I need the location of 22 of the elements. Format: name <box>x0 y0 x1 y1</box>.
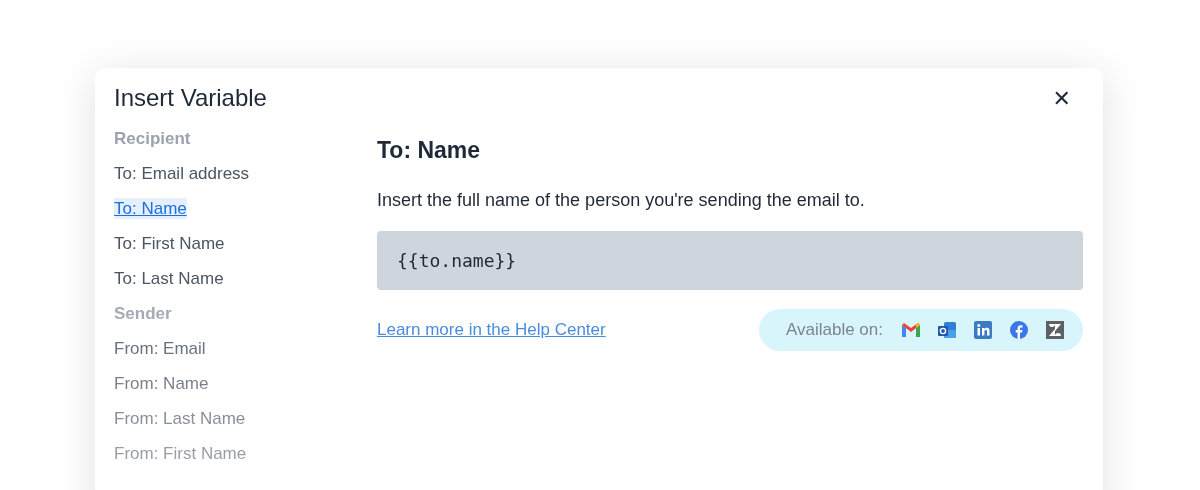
close-button[interactable]: ✕ <box>1052 85 1083 111</box>
section-header: Sender <box>114 303 172 324</box>
variable-item[interactable]: To: Email address <box>114 163 250 184</box>
linkedin-icon <box>973 321 993 339</box>
zendesk-icon <box>1045 321 1065 339</box>
availability-label: Available on: <box>785 320 883 340</box>
facebook-icon <box>1009 321 1029 339</box>
variable-item[interactable]: To: First Name <box>114 233 225 254</box>
dialog-title: Insert Variable <box>114 84 267 112</box>
help-link[interactable]: Learn more in the Help Center <box>377 320 606 340</box>
variable-heading: To: Name <box>377 137 481 164</box>
variable-item[interactable]: From: Email <box>114 338 206 359</box>
variable-item[interactable]: From: First Name <box>114 443 247 464</box>
variable-description: Insert the full name of the person you're sending the email to. <box>377 190 865 211</box>
code-snippet[interactable]: {{to.name}} <box>377 231 1083 290</box>
mail-icon <box>901 321 921 339</box>
section-header: Recipient <box>114 128 191 149</box>
variable-item[interactable]: From: Name <box>114 373 209 394</box>
variable-item[interactable]: To: Name <box>114 198 187 219</box>
outlook-icon <box>937 321 957 339</box>
variable-item[interactable]: To: Last Name <box>114 268 224 289</box>
variable-item[interactable]: From: Last Name <box>114 408 246 429</box>
